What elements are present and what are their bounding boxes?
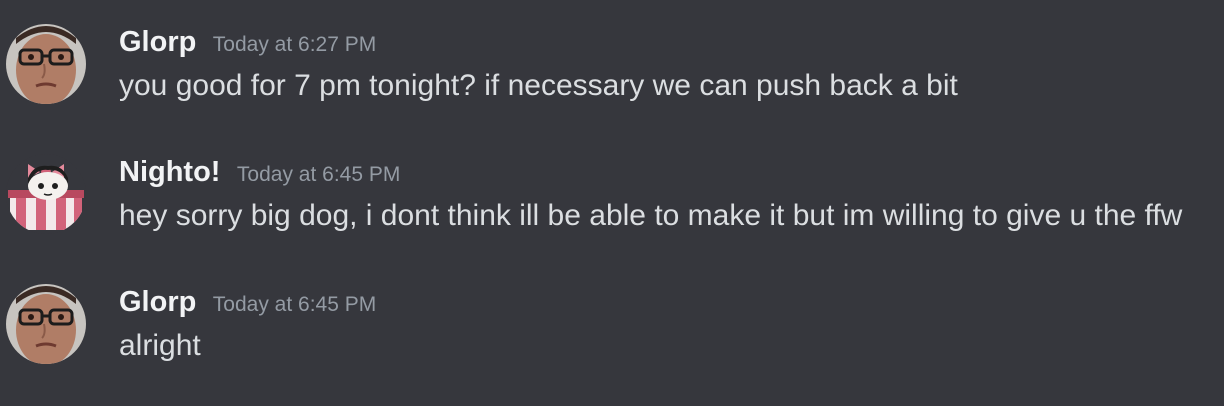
message-timestamp: Today at 6:27 PM xyxy=(212,33,377,56)
chat-message: Glorp Today at 6:45 PM alright xyxy=(0,274,1224,384)
user-avatar[interactable] xyxy=(6,284,86,364)
author-name[interactable]: Glorp xyxy=(119,26,196,58)
message-content: alright xyxy=(119,329,201,362)
message-timestamp: Today at 6:45 PM xyxy=(236,163,401,186)
author-name[interactable]: Glorp xyxy=(119,286,196,318)
message-header: Nighto! Today at 6:45 PM xyxy=(119,154,400,195)
chat-message-list: Glorp Today at 6:27 PM you good for 7 pm… xyxy=(0,0,1224,406)
message-timestamp: Today at 6:45 PM xyxy=(212,293,377,316)
author-name[interactable]: Nighto! xyxy=(119,156,220,188)
user-avatar[interactable] xyxy=(6,24,86,104)
user-avatar[interactable] xyxy=(6,154,86,234)
message-header: Glorp Today at 6:27 PM xyxy=(119,24,376,65)
message-content: you good for 7 pm tonight? if necessary … xyxy=(119,69,958,102)
message-header: Glorp Today at 6:45 PM xyxy=(119,284,376,325)
glorp-photo-avatar-icon xyxy=(6,284,86,364)
glorp-photo-avatar-icon xyxy=(6,24,86,104)
anime-gift-box-avatar-icon xyxy=(6,154,86,234)
chat-message: Glorp Today at 6:27 PM you good for 7 pm… xyxy=(0,14,1224,124)
message-content: hey sorry big dog, i dont think ill be a… xyxy=(119,199,1183,232)
chat-message: Nighto! Today at 6:45 PM hey sorry big d… xyxy=(0,144,1224,254)
